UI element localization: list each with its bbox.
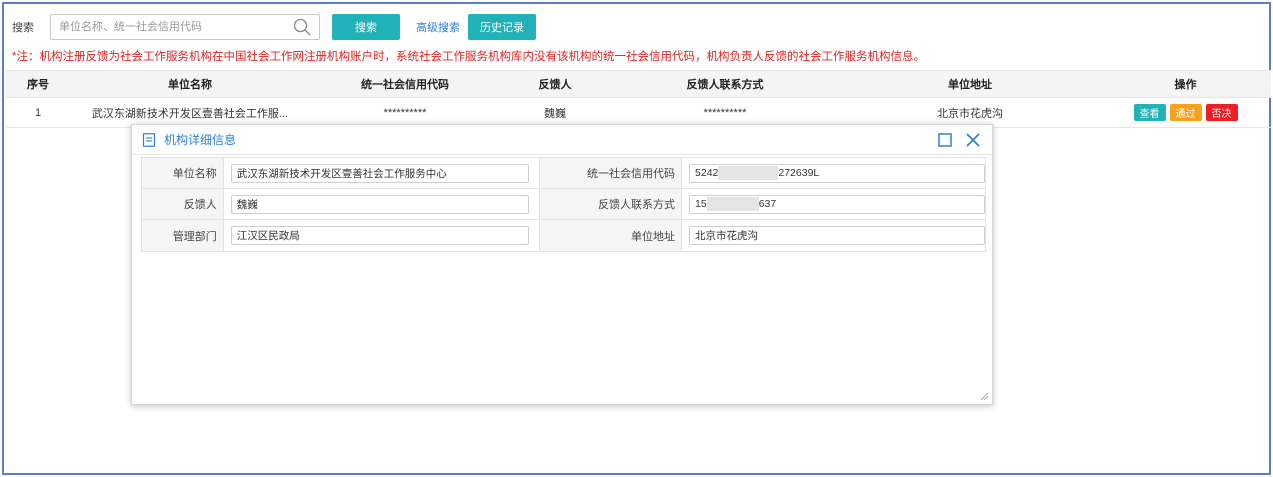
cell-credit-code: ********** <box>383 106 427 119</box>
col-unit-name: 单位名称 <box>168 79 212 91</box>
address-label: 单位地址 <box>538 220 683 251</box>
search-button[interactable]: 搜索 <box>332 14 400 40</box>
address-cell: 北京市花虎沟 <box>682 220 986 251</box>
detail-row: 反馈人 魏巍 反馈人联系方式 15 637 <box>142 189 986 220</box>
cell-contact: ********** <box>703 106 747 119</box>
unit-name-label: 单位名称 <box>142 158 224 188</box>
cell-unit-name: 武汉东湖新技术开发区壹善社会工作服... <box>91 107 289 120</box>
cell-feedback-person: 魏巍 <box>544 107 566 120</box>
unit-name-field[interactable]: 武汉东湖新技术开发区壹善社会工作服务中心 <box>230 163 529 183</box>
feedback-person-label: 反馈人 <box>142 189 224 219</box>
feedback-person-field[interactable]: 魏巍 <box>230 194 529 214</box>
detail-row: 管理部门 江汉区民政局 单位地址 北京市花虎沟 <box>142 220 986 251</box>
document-icon <box>142 132 156 147</box>
credit-code-label: 统一社会信用代码 <box>538 158 683 188</box>
credit-code-field[interactable]: 5242 272639L <box>689 163 986 183</box>
cell-actions: 查看 通过 否决 <box>1100 104 1271 121</box>
detail-grid: 单位名称 武汉东湖新技术开发区壹善社会工作服务中心 统一社会信用代码 5242 … <box>141 157 986 252</box>
detail-row: 单位名称 武汉东湖新技术开发区壹善社会工作服务中心 统一社会信用代码 5242 … <box>142 158 986 189</box>
cell-index: 1 <box>34 106 42 119</box>
pass-button[interactable]: 通过 <box>1169 104 1202 121</box>
dept-label: 管理部门 <box>142 220 224 251</box>
contact-suffix: 637 <box>758 198 777 210</box>
contact-field[interactable]: 15 637 <box>689 194 986 214</box>
close-icon[interactable] <box>964 131 982 149</box>
col-feedback-person: 反馈人 <box>538 79 572 91</box>
col-contact: 反馈人联系方式 <box>686 79 764 91</box>
credit-code-cell: 5242 272639L <box>682 158 986 188</box>
history-button[interactable]: 历史记录 <box>468 14 536 40</box>
unit-name-cell: 武汉东湖新技术开发区壹善社会工作服务中心 <box>224 158 539 188</box>
credit-code-suffix: 272639L <box>778 167 820 179</box>
search-box[interactable] <box>50 14 320 40</box>
redaction-block <box>706 197 759 211</box>
search-label: 搜索 <box>12 22 34 34</box>
col-actions: 操作 <box>1174 79 1197 91</box>
detail-modal: 机构详细信息 单位名称 武汉东湖新技术开发区壹善社会工作服务中心 统一社会信用代… <box>131 124 993 405</box>
magnifier-icon[interactable] <box>293 18 311 36</box>
contact-prefix: 15 <box>695 198 707 210</box>
table-header: 序号 单位名称 统一社会信用代码 反馈人 反馈人联系方式 单位地址 操作 <box>6 70 1271 98</box>
view-button[interactable]: 查看 <box>1133 104 1166 121</box>
contact-cell: 15 637 <box>682 189 986 219</box>
results-table: 序号 单位名称 统一社会信用代码 反馈人 反馈人联系方式 单位地址 操作 1 武… <box>6 70 1271 128</box>
col-index: 序号 <box>27 79 49 91</box>
modal-title: 机构详细信息 <box>164 133 237 147</box>
address-field[interactable]: 北京市花虎沟 <box>689 226 986 245</box>
dept-field[interactable]: 江汉区民政局 <box>230 226 529 245</box>
redaction-block <box>718 166 779 180</box>
dept-cell: 江汉区民政局 <box>224 220 539 251</box>
contact-label: 反馈人联系方式 <box>538 189 683 219</box>
modal-header: 机构详细信息 <box>132 125 992 155</box>
search-input[interactable] <box>59 16 289 38</box>
search-bar: 搜索 搜索 高级搜索 历史记录 <box>12 14 536 40</box>
resize-handle-icon[interactable] <box>979 391 989 401</box>
col-address: 单位地址 <box>948 79 992 91</box>
notice-text: *注：机构注册反馈为社会工作服务机构在中国社会工作网注册机构账户时，系统社会工作… <box>12 51 925 63</box>
advanced-search-link[interactable]: 高级搜索 <box>416 19 460 35</box>
reject-button[interactable]: 否决 <box>1205 104 1238 121</box>
maximize-icon[interactable] <box>938 133 952 147</box>
col-credit-code: 统一社会信用代码 <box>361 79 449 91</box>
feedback-person-cell: 魏巍 <box>224 189 539 219</box>
cell-address: 北京市花虎沟 <box>937 107 1003 120</box>
credit-code-prefix: 5242 <box>695 167 719 179</box>
